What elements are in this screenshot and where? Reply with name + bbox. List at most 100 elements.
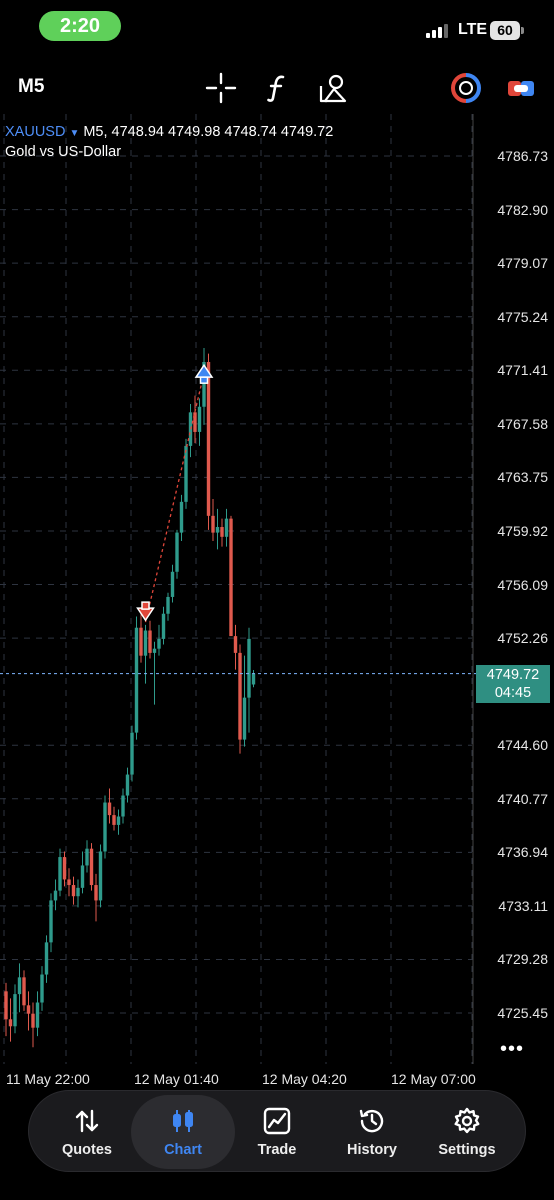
nav-quotes[interactable]: Quotes [39, 1091, 135, 1173]
candle-body [94, 885, 98, 901]
candle-body [179, 501, 184, 533]
ohlc-readout: M5, 4748.94 4749.98 4748.74 4749.72 [83, 124, 334, 140]
indicators-icon[interactable] [262, 72, 294, 104]
candle-body [71, 885, 76, 897]
candle-body [125, 774, 130, 796]
candle-body [143, 630, 148, 656]
objects-icon[interactable] [318, 72, 350, 104]
candle-body [53, 890, 58, 901]
candle-body [80, 865, 85, 888]
price-tick-label: 4756.09 [497, 576, 548, 593]
candle-body [152, 648, 157, 653]
timeframe-button[interactable]: M5 [18, 76, 44, 98]
price-tick-label: 4740.77 [497, 790, 548, 807]
status-time: 2:20 [39, 11, 121, 41]
candle-body [76, 887, 80, 897]
candle-body [116, 816, 121, 825]
candle-body [107, 802, 112, 816]
price-chart[interactable] [0, 114, 554, 1074]
battery-tip [521, 27, 524, 34]
bar-countdown: 04:45 [494, 685, 532, 701]
candle-body [17, 977, 22, 995]
nav-chart[interactable]: Chart [131, 1095, 235, 1169]
candle-body [4, 991, 8, 1020]
candle-body [139, 627, 143, 656]
time-tick-label: 12 May 01:40 [134, 1071, 219, 1087]
battery-icon: 60 [490, 21, 520, 40]
candle-body [206, 361, 211, 516]
bottom-navigation: Quotes Chart Trade History Settings [28, 1090, 526, 1172]
candle-body [211, 515, 215, 533]
candle-body [22, 977, 26, 1006]
time-tick-label: 12 May 07:00 [391, 1071, 476, 1087]
candle-body [13, 994, 17, 1027]
candle-body [62, 857, 67, 880]
candle-body [238, 652, 242, 740]
candle-body [170, 571, 175, 597]
price-tick-label: 4725.45 [497, 1005, 548, 1021]
candle-body [44, 942, 49, 975]
candle-body [224, 518, 229, 537]
time-tick-label: 11 May 22:00 [6, 1071, 90, 1087]
price-tick-label: 4759.92 [497, 522, 548, 539]
current-price: 4749.72 [486, 667, 540, 683]
sell-signal-stem [141, 601, 150, 610]
symbol-info: XAUUSD ▼ M5, 4748.94 4749.98 4748.74 4749.… [5, 124, 333, 140]
candle-body [26, 1005, 31, 1014]
candle-body [89, 848, 94, 886]
candle-body [130, 732, 134, 775]
sell-signal-arrow [136, 607, 155, 622]
price-tick-label: 4729.28 [497, 951, 548, 968]
candle-body [242, 697, 247, 740]
nav-label: Quotes [62, 1142, 112, 1158]
price-tick-label: 4763.75 [497, 469, 548, 486]
nav-label: History [347, 1142, 397, 1158]
candle-body [166, 596, 170, 614]
candle-body [220, 527, 224, 537]
buy-signal-stem [199, 376, 209, 384]
current-price-tag: 4749.72 04:45 [476, 665, 550, 703]
candle-body [175, 532, 179, 572]
cellular-signal-icon [426, 22, 452, 38]
nav-history[interactable]: History [324, 1091, 420, 1173]
trade-toggle-icon[interactable] [450, 72, 482, 104]
nav-label: Settings [438, 1142, 496, 1158]
chart-toolbar: M5 [0, 62, 554, 114]
candle-body [98, 851, 103, 901]
price-tick-label: 4733.11 [498, 897, 548, 914]
candle-body [58, 857, 62, 891]
chart-canvas[interactable] [0, 114, 554, 1074]
price-tick-label: 4752.26 [497, 630, 548, 647]
candle-body [215, 527, 220, 533]
candle-body [134, 627, 139, 733]
history-icon [359, 1109, 384, 1133]
symbol-name[interactable]: XAUUSD [5, 124, 65, 140]
candle-body [8, 1019, 13, 1027]
candle-body [49, 900, 53, 943]
candle-body [197, 406, 202, 432]
nav-label: Chart [164, 1142, 202, 1158]
candle-body [184, 445, 188, 502]
candle-body [103, 802, 107, 852]
crosshair-icon[interactable] [205, 72, 237, 104]
more-options-icon[interactable]: ••• [500, 1038, 524, 1061]
settings-icon [454, 1107, 480, 1134]
price-tick-label: 4767.58 [497, 415, 548, 432]
nav-label: Trade [257, 1142, 297, 1158]
nav-settings[interactable]: Settings [419, 1091, 515, 1173]
one-click-trade-icon[interactable] [505, 72, 537, 104]
price-tick-label: 4786.73 [497, 148, 548, 164]
nav-trade[interactable]: Trade [229, 1091, 325, 1173]
quotes-icon [75, 1109, 99, 1133]
candle-body [161, 613, 166, 639]
candle-body [40, 974, 44, 1003]
candle-body [229, 518, 233, 637]
price-tick-label: 4779.07 [497, 255, 548, 272]
candle-body [67, 879, 71, 886]
candle-body [247, 638, 251, 698]
candle-body [233, 636, 238, 653]
candle-body [157, 638, 161, 649]
price-tick-label: 4775.24 [497, 308, 548, 325]
symbol-dropdown-icon[interactable]: ▼ [69, 128, 79, 139]
candle-body [121, 795, 125, 817]
